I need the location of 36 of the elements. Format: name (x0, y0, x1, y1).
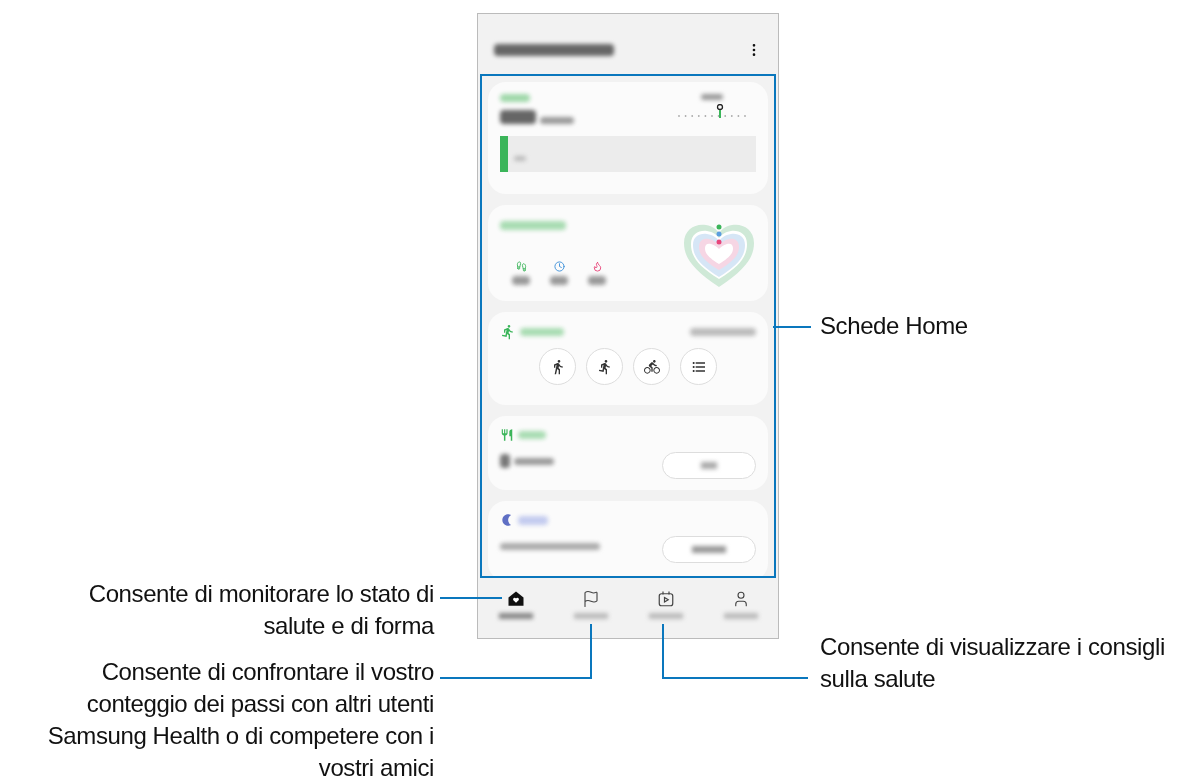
flame-icon (591, 261, 603, 272)
blurred-text (690, 328, 756, 336)
flag-icon (581, 590, 600, 608)
exercise-type-button[interactable] (539, 348, 576, 385)
blurred-text (520, 328, 564, 336)
blurred-text (588, 276, 606, 285)
exercise-type-button[interactable] (680, 348, 717, 385)
calendar-play-icon (656, 590, 675, 608)
fork-knife-icon (500, 428, 514, 442)
leader-line (440, 597, 502, 599)
blurred-text (500, 94, 530, 102)
callout-text: Consente di confrontare il vostro conteggio dei passi con altri utenti Samsung Health o di competere con i vostri amici (46, 657, 434, 781)
callout-text: Consente di monitorare lo stato di salute e di forma (87, 579, 434, 641)
running-person-icon (500, 324, 516, 340)
blurred-text (514, 156, 526, 161)
blurred-text (500, 454, 510, 468)
exercise-type-button[interactable] (633, 348, 670, 385)
blurred-text (701, 94, 723, 100)
callout-text: Schede Home (820, 311, 969, 341)
exercise-type-button[interactable] (586, 348, 623, 385)
blurred-text (540, 117, 574, 124)
running-person-icon (596, 358, 613, 375)
blurred-text (518, 431, 546, 439)
blurred-text (550, 276, 568, 285)
blurred-text (514, 457, 554, 465)
clock-icon (553, 261, 565, 272)
blurred-text (500, 221, 566, 230)
blurred-text (500, 110, 536, 124)
moon-icon (500, 513, 514, 527)
home-heart-icon (506, 590, 525, 608)
blurred-text (512, 276, 530, 285)
target-marker-icon (676, 104, 748, 118)
footprints-icon (515, 261, 527, 272)
bicycle-icon (643, 358, 660, 375)
callout-text: Consente di visualizzare i consigli sulla salute (820, 632, 1166, 694)
blurred-text (518, 515, 548, 525)
